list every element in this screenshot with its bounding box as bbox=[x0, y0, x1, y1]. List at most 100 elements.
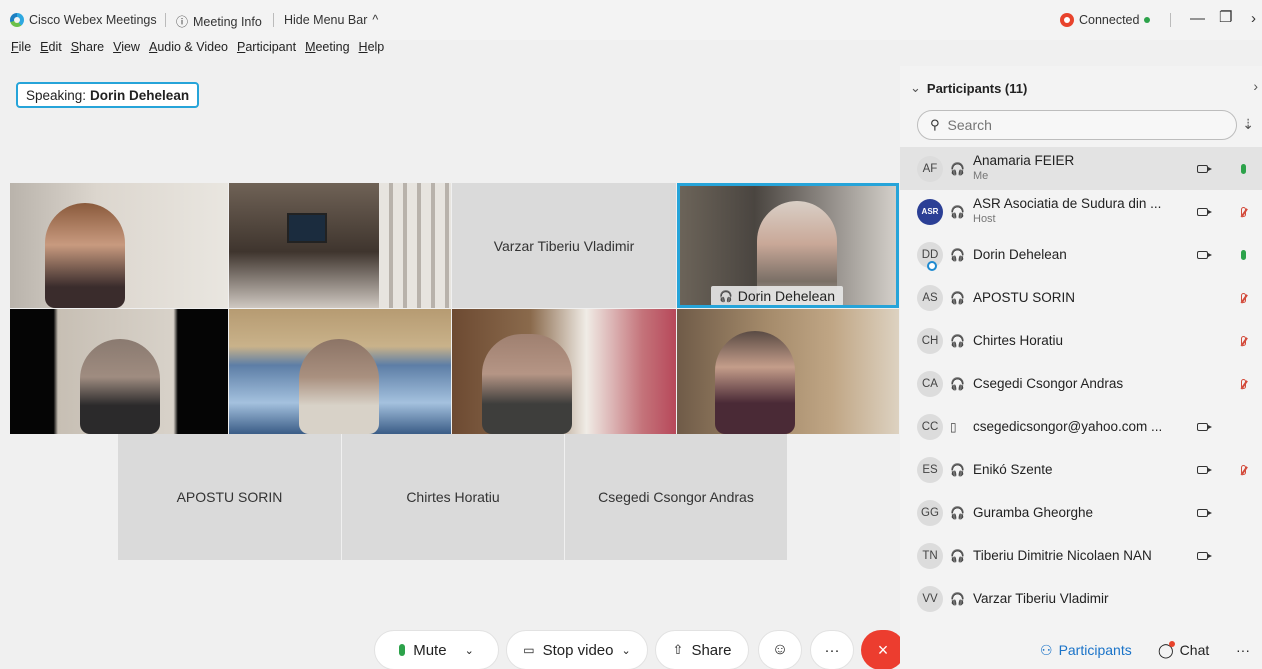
video-tile[interactable] bbox=[229, 309, 451, 434]
menu-share[interactable]: Share bbox=[71, 40, 104, 62]
headset-icon: 🎧 bbox=[950, 591, 965, 606]
menu-participant[interactable]: Participant bbox=[237, 40, 296, 62]
collapse-panel-button[interactable]: › bbox=[1253, 78, 1258, 94]
headset-icon: 🎧 bbox=[950, 204, 965, 219]
participants-toggle-button[interactable]: ⚇ Participants bbox=[1040, 632, 1132, 668]
participant-row[interactable]: GG 🎧 Guramba Gheorghe bbox=[900, 491, 1262, 534]
more-options-button[interactable]: ··· bbox=[810, 630, 854, 669]
phone-icon: ▯ bbox=[950, 419, 957, 434]
participant-role: Host bbox=[973, 213, 996, 225]
mute-button[interactable]: Mute ⌄ bbox=[374, 630, 499, 669]
menu-edit[interactable]: Edit bbox=[40, 40, 62, 62]
restore-button[interactable]: ❐ bbox=[1219, 8, 1232, 26]
meeting-info-button[interactable]: ⓘ Meeting Info bbox=[176, 13, 262, 30]
menu-audio-video[interactable]: Audio & Video bbox=[149, 40, 228, 62]
search-icon: ⚲ bbox=[930, 117, 940, 132]
menu-file[interactable]: File bbox=[11, 40, 31, 62]
video-tile[interactable] bbox=[10, 183, 228, 308]
microphone-muted-icon[interactable] bbox=[1241, 464, 1246, 475]
video-tile[interactable] bbox=[452, 309, 676, 434]
menu-help[interactable]: Help bbox=[359, 40, 385, 62]
participant-role: Me bbox=[973, 170, 989, 182]
microphone-muted-icon[interactable] bbox=[1241, 378, 1246, 389]
active-speaker-tile[interactable]: 🎧 Dorin Dehelean bbox=[677, 183, 899, 308]
emoji-icon: ☺ bbox=[771, 641, 789, 658]
camera-icon bbox=[1197, 465, 1212, 474]
share-icon: ⇧ bbox=[672, 642, 684, 657]
participant-video bbox=[299, 339, 379, 434]
close-icon: × bbox=[877, 639, 889, 660]
end-meeting-button[interactable]: × bbox=[861, 630, 905, 669]
name-tile-apostu[interactable]: APOSTU SORIN bbox=[118, 434, 341, 560]
participant-row[interactable]: AS 🎧 APOSTU SORIN bbox=[900, 276, 1262, 319]
speaking-name: Dorin Dehelean bbox=[90, 87, 190, 103]
microphone-muted-icon[interactable] bbox=[1241, 335, 1246, 346]
camera-icon bbox=[1197, 207, 1212, 216]
participant-row[interactable]: ES 🎧 Enikó Szente bbox=[900, 448, 1262, 491]
participant-name: Dorin Dehelean bbox=[973, 247, 1067, 262]
camera-icon bbox=[1197, 250, 1212, 259]
more-panel-options-button[interactable]: ··· bbox=[1236, 632, 1250, 668]
participant-row[interactable]: AF 🎧 Anamaria FEIER Me bbox=[900, 147, 1262, 190]
avatar: CC bbox=[917, 413, 943, 440]
minimize-button[interactable]: — bbox=[1190, 10, 1205, 27]
avatar: AS bbox=[917, 284, 943, 311]
participant-row[interactable]: TN 🎧 Tiberiu Dimitrie Nicolaen NAN bbox=[900, 534, 1262, 577]
chevron-down-icon: ⌄ bbox=[910, 80, 921, 95]
participant-row[interactable]: CH 🎧 Chirtes Horatiu bbox=[900, 319, 1262, 362]
background-image bbox=[287, 213, 327, 243]
participant-name: csegedicsongor@yahoo.com ... bbox=[973, 419, 1163, 434]
headset-icon: 🎧 bbox=[950, 376, 965, 391]
video-tile[interactable] bbox=[10, 309, 228, 434]
participants-icon: ⚇ bbox=[1040, 641, 1053, 658]
avatar: VV bbox=[917, 585, 943, 612]
chat-button[interactable]: ◯ Chat bbox=[1158, 632, 1209, 668]
headset-icon: 🎧 bbox=[950, 505, 965, 520]
name-tile-csegedi[interactable]: Csegedi Csongor Andras bbox=[565, 434, 787, 560]
menu-view[interactable]: View bbox=[113, 40, 140, 62]
chevron-up-icon: ^ bbox=[372, 13, 379, 27]
participant-row[interactable]: CC ▯ csegedicsongor@yahoo.com ... bbox=[900, 405, 1262, 448]
avatar: AF bbox=[917, 155, 943, 182]
headset-icon: 🎧 bbox=[950, 548, 965, 563]
participant-name: Varzar Tiberiu Vladimir bbox=[973, 591, 1109, 606]
share-button[interactable]: ⇧ Share bbox=[655, 630, 749, 669]
microphone-icon[interactable] bbox=[1241, 163, 1246, 174]
video-tile[interactable] bbox=[229, 183, 451, 308]
close-window-button[interactable]: › bbox=[1251, 10, 1256, 27]
name-tile-chirtes[interactable]: Chirtes Horatiu bbox=[342, 434, 564, 560]
menu-meeting[interactable]: Meeting bbox=[305, 40, 349, 62]
participant-row[interactable]: CA 🎧 Csegedi Csongor Andras bbox=[900, 362, 1262, 405]
microphone-icon bbox=[399, 644, 406, 656]
sort-icon[interactable]: ⇣ bbox=[1242, 116, 1254, 133]
chevron-down-icon[interactable]: ⌄ bbox=[465, 644, 474, 657]
speaking-indicator: Speaking: Dorin Dehelean bbox=[16, 82, 200, 108]
reactions-button[interactable]: ☺ bbox=[758, 630, 802, 669]
hide-menu-bar-button[interactable]: Hide Menu Bar ^ bbox=[284, 13, 378, 27]
search-input[interactable] bbox=[947, 117, 1208, 133]
headset-icon: 🎧 bbox=[950, 161, 965, 176]
participant-name: APOSTU SORIN bbox=[973, 290, 1076, 305]
stop-video-button[interactable]: ▭ Stop video ⌄ bbox=[506, 630, 648, 669]
app-title: Cisco Webex Meetings bbox=[10, 13, 157, 27]
presenter-badge-icon bbox=[927, 260, 937, 271]
microphone-muted-icon[interactable] bbox=[1241, 292, 1246, 303]
microphone-icon[interactable] bbox=[1241, 249, 1246, 260]
avatar: ES bbox=[917, 456, 943, 483]
connected-indicator bbox=[1144, 17, 1151, 23]
video-tile[interactable] bbox=[677, 309, 899, 434]
chevron-down-icon[interactable]: ⌄ bbox=[622, 644, 631, 657]
participant-row[interactable]: ASR 🎧 ASR Asociatia de Sudura din ... Host bbox=[900, 190, 1262, 233]
name-tile-varzar[interactable]: Varzar Tiberiu Vladimir bbox=[452, 183, 676, 308]
microphone-muted-icon[interactable] bbox=[1241, 206, 1246, 217]
avatar: CA bbox=[917, 370, 943, 397]
app-name: Cisco Webex Meetings bbox=[29, 13, 157, 27]
search-box[interactable]: ⚲ bbox=[917, 110, 1237, 140]
avatar: TN bbox=[917, 542, 943, 569]
panel-header[interactable]: ⌄ Participants (11) bbox=[910, 80, 1027, 96]
participant-video bbox=[45, 203, 125, 308]
camera-icon bbox=[1197, 164, 1212, 173]
participant-name: Chirtes Horatiu bbox=[973, 333, 1064, 348]
participant-row[interactable]: DD 🎧 Dorin Dehelean bbox=[900, 233, 1262, 276]
participant-row[interactable]: VV 🎧 Varzar Tiberiu Vladimir bbox=[900, 577, 1262, 620]
